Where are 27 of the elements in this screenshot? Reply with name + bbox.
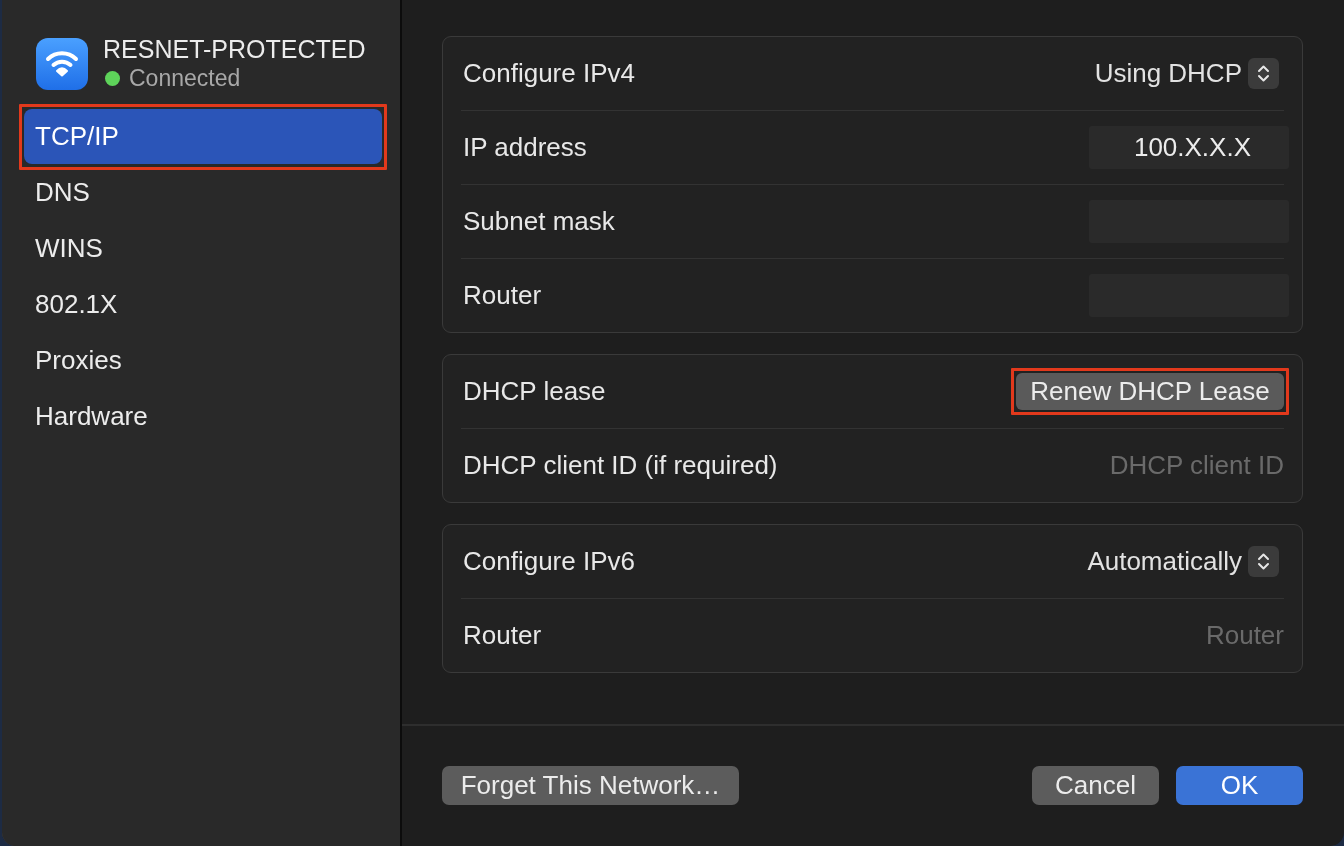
sidebar-item[interactable]: TCP/IP [24, 109, 382, 164]
cancel-button[interactable]: Cancel [1032, 766, 1159, 805]
sidebar-item[interactable]: Hardware [24, 389, 382, 444]
sidebar-item[interactable]: DNS [24, 165, 382, 220]
input-field[interactable]: DHCP client ID [1024, 444, 1284, 487]
field-label: Router [462, 620, 542, 651]
popup-button[interactable]: Automatically [1087, 546, 1279, 577]
field-label: IP address [462, 132, 587, 163]
field-label: Subnet mask [462, 206, 615, 237]
sidebar-item[interactable]: WINS [24, 221, 382, 276]
network-name: RESNET-PROTECTED [103, 35, 366, 63]
field-label: Configure IPv4 [462, 58, 635, 89]
sidebar-item[interactable]: Proxies [24, 333, 382, 388]
sidebar-item[interactable]: 802.1X [24, 277, 382, 332]
field-label: Configure IPv6 [462, 546, 635, 577]
wifi-icon [36, 38, 88, 90]
forget-network-button[interactable]: Forget This Network… [442, 766, 739, 805]
field-label: DHCP client ID (if required) [462, 450, 778, 481]
popup-button[interactable]: Using DHCP [1094, 58, 1279, 89]
stepper-icon [1248, 58, 1279, 89]
input-field[interactable]: Router [1024, 614, 1284, 657]
stepper-icon [1248, 546, 1279, 577]
renew-button[interactable]: Renew DHCP Lease [1016, 373, 1284, 410]
status-text: Connected [129, 65, 241, 91]
field-label: Router [462, 280, 542, 311]
ok-button[interactable]: OK [1176, 766, 1303, 805]
field-label: DHCP lease [462, 376, 606, 407]
